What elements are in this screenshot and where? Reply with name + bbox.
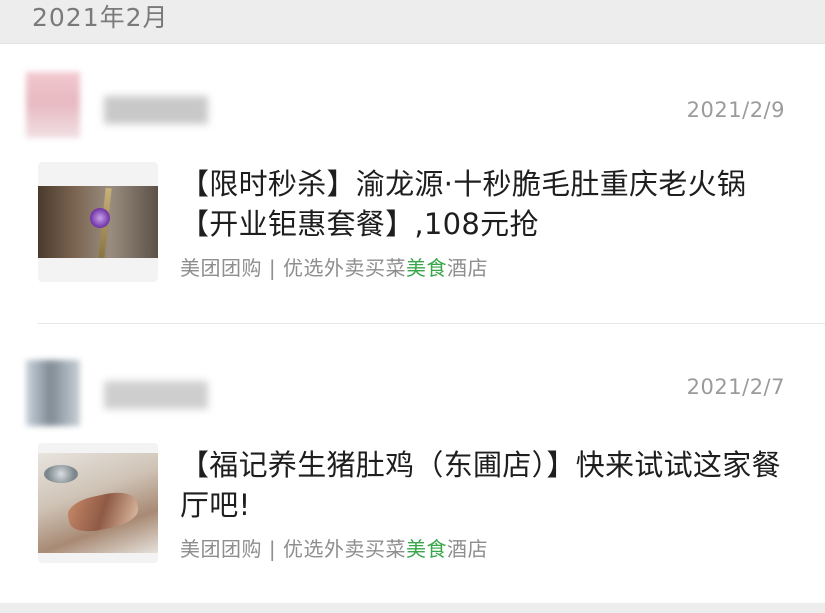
- avatar[interactable]: [26, 72, 80, 138]
- tag-platform: 美团团购: [180, 537, 262, 561]
- item-date: 2021/2/9: [686, 98, 785, 122]
- sender-name-blurred: [104, 381, 208, 409]
- thumbnail-image[interactable]: [38, 162, 158, 282]
- tag-platform: 美团团购: [180, 256, 262, 280]
- tag-separator: |: [268, 256, 277, 280]
- item-date: 2021/2/7: [686, 375, 785, 399]
- tag-suffix: 酒店: [446, 256, 488, 280]
- tag-separator: |: [268, 537, 277, 561]
- avatar[interactable]: [26, 360, 80, 426]
- thumbnail-image[interactable]: [38, 443, 158, 563]
- sender-name-blurred: [104, 96, 208, 124]
- item-tags: 美团团购 | 优选外卖买菜美食酒店: [180, 533, 488, 562]
- item-divider: [38, 323, 825, 324]
- item-title[interactable]: 【福记养生猪肚鸡（东圃店）】快来试试这家餐厅吧!: [180, 445, 790, 525]
- feed-item[interactable]: 2021/2/9 【限时秒杀】渝龙源·十秒脆毛肚重庆老火锅【开业钜惠套餐】,10…: [0, 44, 825, 324]
- bottom-bar: [0, 603, 825, 613]
- item-title[interactable]: 【限时秒杀】渝龙源·十秒脆毛肚重庆老火锅【开业钜惠套餐】,108元抢: [180, 164, 790, 244]
- tag-prefix: 优选外卖买菜: [282, 537, 406, 561]
- month-header: 2021年2月: [0, 0, 825, 44]
- tag-highlight: 美食: [405, 256, 447, 280]
- photo-decoration: [90, 208, 110, 228]
- tag-prefix: 优选外卖买菜: [282, 256, 406, 280]
- month-label: 2021年2月: [32, 3, 169, 32]
- tag-suffix: 酒店: [446, 537, 488, 561]
- item-tags: 美团团购 | 优选外卖买菜美食酒店: [180, 252, 488, 281]
- feed-item[interactable]: 2021/2/7 【福记养生猪肚鸡（东圃店）】快来试试这家餐厅吧! 美团团购 |…: [0, 325, 825, 605]
- tag-highlight: 美食: [405, 537, 447, 561]
- photo-decoration: [44, 465, 78, 483]
